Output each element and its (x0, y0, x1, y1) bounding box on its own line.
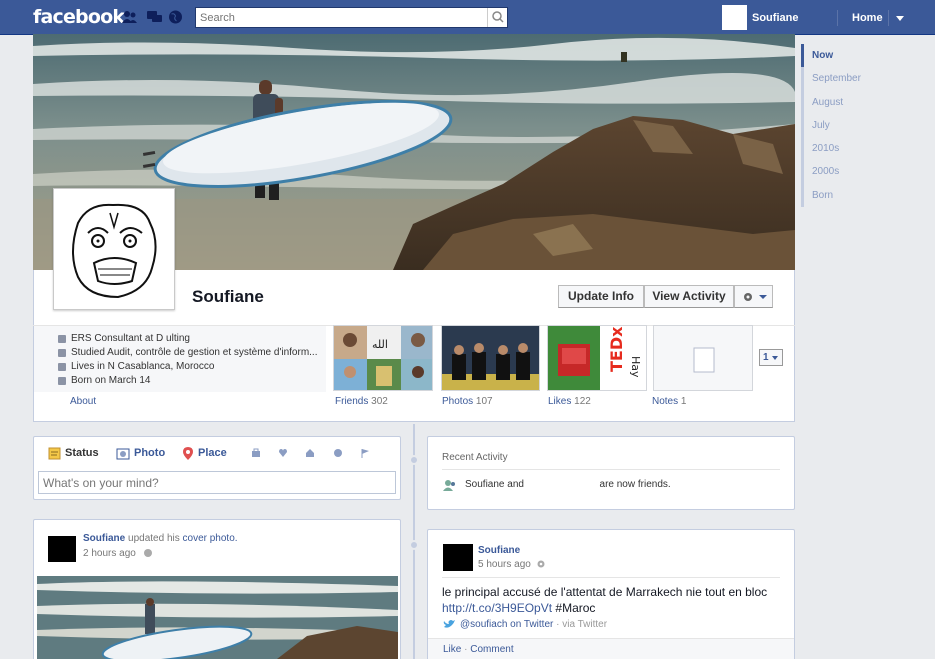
notifications-globe-icon[interactable] (168, 10, 183, 24)
globe-privacy-icon[interactable] (143, 548, 153, 558)
beach-photo-image (37, 576, 398, 659)
friends-label[interactable]: Friends 302 (335, 396, 388, 407)
tab-photo[interactable]: Photo (134, 447, 165, 459)
likes-label[interactable]: Likes 122 (548, 396, 591, 407)
life-event-work-icon[interactable] (251, 448, 261, 458)
messages-icon[interactable] (147, 10, 162, 24)
friends-collage-image: الله (334, 326, 432, 390)
comment-link[interactable]: Comment (470, 644, 513, 655)
about-education: Studied Audit, contrôle de gestion et sy… (58, 346, 323, 360)
twitter-handle-link[interactable]: @soufiach on Twitter (460, 619, 553, 630)
author-avatar[interactable] (48, 536, 76, 562)
divider (442, 577, 780, 578)
nav-divider (837, 10, 838, 26)
post-header: Soufiane updated his cover photo. (83, 533, 238, 544)
search-input[interactable] (196, 8, 486, 27)
search-icon (492, 11, 504, 23)
status-icon (48, 447, 61, 460)
tab-place[interactable]: Place (198, 447, 227, 459)
notes-label[interactable]: Notes 1 (652, 396, 686, 407)
account-menu-caret-icon[interactable] (896, 16, 904, 21)
birthday-icon (58, 377, 66, 385)
profile-name: Soufiane (192, 287, 264, 306)
about-birthday: Born on March 14 (58, 374, 323, 388)
view-activity-button[interactable]: View Activity (644, 285, 734, 308)
gear-icon (743, 293, 767, 301)
like-link[interactable]: Like (443, 644, 461, 655)
about-work: ERS Consultant at D ulting (58, 332, 323, 346)
divider (442, 469, 780, 470)
post-timestamp[interactable]: 5 hours ago (478, 559, 531, 570)
about-link[interactable]: About (70, 396, 96, 407)
likes-collage-image: TEDx Hay (548, 326, 646, 390)
post-text: le principal accusé de l'attentat de Mar… (442, 585, 768, 615)
tab-status[interactable]: Status (65, 447, 99, 459)
life-event-home-icon[interactable] (305, 448, 315, 458)
life-event-heart-icon[interactable] (278, 448, 288, 458)
photo-icon (116, 448, 130, 460)
top-bar: facebook Soufiane Home (0, 0, 935, 35)
post-timestamp[interactable]: 2 hours ago (83, 548, 136, 559)
home-icon (58, 363, 66, 371)
post-actions: Like · Comment (443, 644, 514, 655)
timeline-scrubber: Now September August July 2010s 2000s Bo… (801, 44, 921, 208)
timeline-dot (409, 540, 419, 550)
search-box (195, 7, 508, 28)
notes-tile[interactable] (653, 325, 753, 391)
photos-label[interactable]: Photos 107 (442, 396, 493, 407)
status-input[interactable]: What's on your mind? (38, 471, 396, 494)
author-avatar[interactable] (443, 544, 473, 571)
svg-text:Hay: Hay (629, 356, 642, 378)
home-link[interactable]: Home (852, 12, 883, 24)
cover-photo-preview[interactable] (37, 576, 398, 659)
post-author-link[interactable]: Soufiane (83, 533, 125, 544)
recent-activity-text: Soufiane and are now friends. (465, 479, 671, 490)
timeline-item-september[interactable]: September (801, 67, 921, 90)
hashtag: #Maroc (555, 601, 596, 615)
svg-text:الله: الله (372, 338, 388, 351)
timeline-item-2000s[interactable]: 2000s (801, 160, 921, 183)
twitter-bird-icon (443, 620, 455, 628)
settings-dropdown-button[interactable] (734, 285, 773, 308)
post-author-link[interactable]: Soufiane (478, 545, 520, 556)
timeline-item-july[interactable]: July (801, 114, 921, 137)
friends-tile[interactable]: الله (333, 325, 433, 391)
photos-thumbnail-image (442, 326, 539, 390)
timeline-dot (409, 455, 419, 465)
chevron-down-icon (772, 356, 778, 360)
nav-divider (888, 10, 889, 26)
place-pin-icon (183, 447, 193, 460)
update-info-button[interactable]: Update Info (558, 285, 644, 308)
facebook-logo[interactable]: facebook (33, 6, 125, 28)
search-button[interactable] (487, 8, 507, 27)
timeline-item-august[interactable]: August (801, 91, 921, 114)
recent-activity-title: Recent Activity (442, 452, 508, 463)
about-location: Lives in N Casablanca, Morocco (58, 360, 323, 374)
recent-activity-card (427, 436, 795, 510)
timeline-item-2010s[interactable]: 2010s (801, 137, 921, 160)
via-twitter: @soufiach on Twitter · via Twitter (460, 619, 608, 630)
life-event-milestone-flag-icon[interactable] (360, 448, 370, 458)
briefcase-icon (58, 335, 66, 343)
profile-link[interactable]: Soufiane (752, 12, 798, 24)
note-icon (693, 347, 715, 373)
likes-tile[interactable]: TEDx Hay (547, 325, 647, 391)
tweet-link[interactable]: http://t.co/3H9EOpVt (442, 601, 552, 615)
photos-tile[interactable] (441, 325, 540, 391)
timeline-item-now[interactable]: Now (801, 44, 921, 68)
rage-face-image (58, 193, 170, 305)
cover-photo-link[interactable]: cover photo. (183, 533, 238, 544)
gear-icon[interactable] (536, 559, 546, 569)
life-event-health-icon[interactable] (333, 448, 343, 458)
user-avatar[interactable] (722, 5, 747, 30)
profile-picture[interactable] (53, 188, 175, 310)
more-apps-dropdown[interactable]: 1 (759, 349, 783, 366)
timeline-item-born[interactable]: Born (801, 184, 921, 207)
friends-icon (443, 480, 455, 491)
friend-requests-icon[interactable] (122, 10, 137, 24)
graduation-cap-icon (58, 349, 66, 357)
svg-text:TEDx: TEDx (607, 326, 626, 372)
about-list: ERS Consultant at D ulting Studied Audit… (58, 332, 323, 388)
